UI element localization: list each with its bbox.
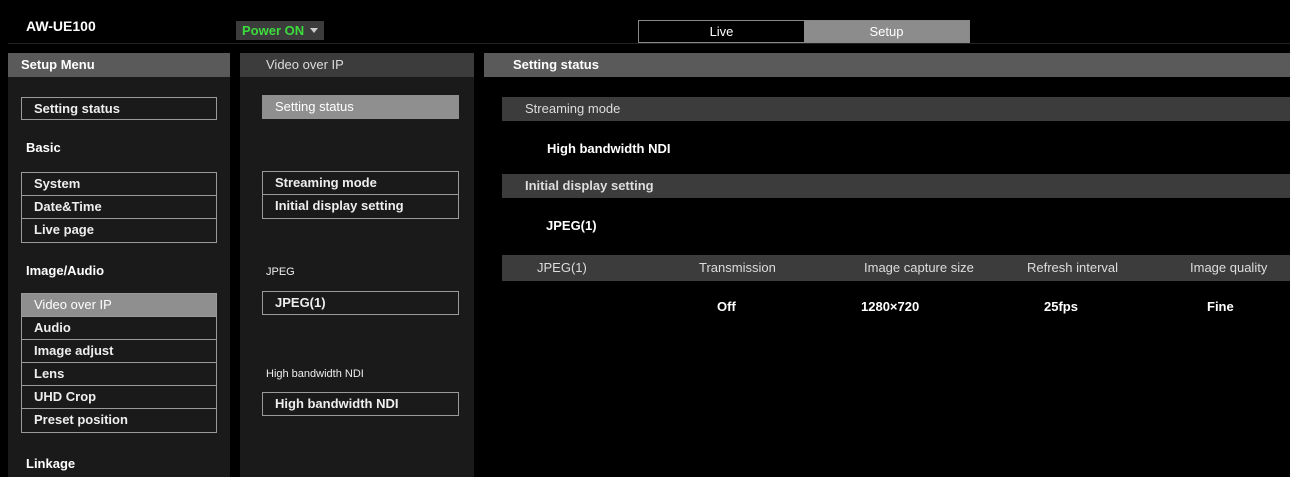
power-label: Power ON [242, 23, 305, 38]
app-frame: AW-UE100 Power ON Live Setup Setup Menu … [8, 8, 1290, 477]
section-image-audio: Image/Audio [26, 263, 105, 278]
menu-lens[interactable]: Lens [22, 363, 216, 386]
jpeg-label: JPEG [266, 266, 295, 278]
video-over-ip-menu: Video over IP Setting status Streaming m… [240, 53, 474, 477]
header-refresh-interval: Refresh interval [1027, 260, 1119, 275]
content-title: Setting status [484, 53, 1290, 77]
menu-preset-position[interactable]: Preset position [22, 409, 216, 432]
streaming-mode-heading: Streaming mode [502, 97, 1290, 121]
header-jpeg-1: JPEG(1) [537, 260, 587, 275]
sub-high-bandwidth-ndi[interactable]: High bandwidth NDI [262, 392, 459, 416]
top-bar: AW-UE100 Power ON Live Setup [8, 8, 1290, 44]
refresh-interval-value: 25fps [1044, 299, 1078, 314]
header-image-capture-size: Image capture size [864, 260, 974, 275]
menu-live-page[interactable]: Live page [22, 219, 216, 242]
setup-menu: Setup Menu Setting status Basic System D… [8, 53, 230, 477]
menu-uhd-crop[interactable]: UHD Crop [22, 386, 216, 409]
streaming-group: Streaming mode Initial display setting [262, 171, 459, 219]
sub-setting-status[interactable]: Setting status [262, 95, 459, 119]
sub-streaming-mode[interactable]: Streaming mode [263, 172, 458, 195]
image-quality-value: Fine [1207, 299, 1234, 314]
menu-date-time[interactable]: Date&Time [22, 196, 216, 219]
menu-setting-status[interactable]: Setting status [21, 97, 217, 120]
header-transmission: Transmission [699, 260, 776, 275]
image-capture-size-value: 1280×720 [861, 299, 920, 314]
tab-live[interactable]: Live [639, 21, 804, 42]
menu-video-over-ip[interactable]: Video over IP [22, 294, 216, 317]
transmission-value: Off [717, 299, 736, 314]
chevron-down-icon [310, 28, 319, 33]
menu-system[interactable]: System [22, 173, 216, 196]
power-dropdown[interactable]: Power ON [236, 21, 325, 40]
streaming-mode-value: High bandwidth NDI [547, 141, 671, 156]
menu-image-adjust[interactable]: Image adjust [22, 340, 216, 363]
jpeg-table-header: JPEG(1) Transmission Image capture size … [502, 255, 1290, 281]
menu-audio[interactable]: Audio [22, 317, 216, 340]
ndi-label: High bandwidth NDI [266, 368, 364, 380]
setting-status-panel: Setting status Streaming mode High bandw… [484, 53, 1290, 477]
section-basic: Basic [26, 140, 61, 155]
mode-tabs: Live Setup [638, 20, 970, 43]
model-name: AW-UE100 [26, 18, 96, 34]
header-image-quality: Image quality [1190, 260, 1268, 275]
sub-menu-title: Video over IP [240, 53, 474, 77]
initial-display-heading: Initial display setting [502, 174, 1290, 198]
image-audio-group: Video over IP Audio Image adjust Lens UH… [21, 293, 217, 433]
sub-jpeg-1[interactable]: JPEG(1) [262, 291, 459, 315]
sub-initial-display-setting[interactable]: Initial display setting [263, 195, 458, 218]
tab-setup[interactable]: Setup [804, 21, 969, 42]
basic-group: System Date&Time Live page [21, 172, 217, 243]
initial-display-value: JPEG(1) [546, 218, 597, 233]
section-linkage: Linkage [26, 456, 76, 471]
setup-menu-title: Setup Menu [8, 53, 230, 77]
